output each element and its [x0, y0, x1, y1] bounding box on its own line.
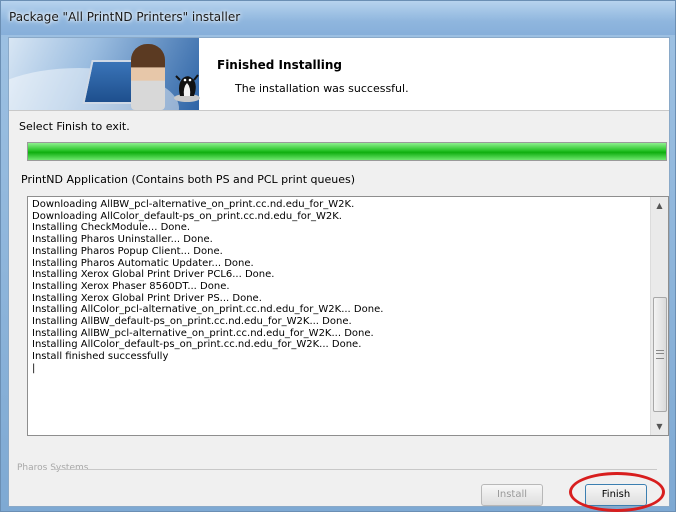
- install-button[interactable]: Install: [481, 484, 543, 506]
- exit-instructions: Select Finish to exit.: [19, 120, 130, 133]
- installer-window: Package "All PrintND Printers" installer…: [0, 0, 676, 512]
- header-banner: Finished Installing The installation was…: [9, 38, 669, 111]
- log-scrollbar[interactable]: ▲ ▼: [650, 197, 668, 435]
- scroll-down-arrow-icon[interactable]: ▼: [651, 418, 668, 435]
- log-text: Downloading AllBW_pcl-alternative_on_pri…: [32, 199, 384, 374]
- footer-group-label: Pharos Systems: [17, 463, 89, 473]
- finish-button[interactable]: Finish: [585, 484, 647, 506]
- footer-divider: [53, 469, 657, 470]
- banner-subtitle: The installation was successful.: [235, 82, 409, 95]
- scroll-grip-icon: [656, 350, 664, 359]
- scroll-thumb[interactable]: [653, 297, 667, 412]
- progress-bar: [27, 142, 667, 161]
- package-label: PrintND Application (Contains both PS an…: [21, 173, 356, 186]
- title-bar[interactable]: Package "All PrintND Printers" installer: [1, 1, 675, 35]
- window-title: Package "All PrintND Printers" installer: [9, 10, 241, 24]
- install-log[interactable]: Downloading AllBW_pcl-alternative_on_pri…: [27, 196, 669, 436]
- person-illustration: [131, 44, 165, 110]
- progress-fill: [28, 143, 666, 160]
- installer-content: Finished Installing The installation was…: [8, 37, 670, 512]
- pharos-mascot-icon: [174, 74, 200, 102]
- scroll-up-arrow-icon[interactable]: ▲: [651, 197, 668, 214]
- banner-title: Finished Installing: [217, 58, 343, 72]
